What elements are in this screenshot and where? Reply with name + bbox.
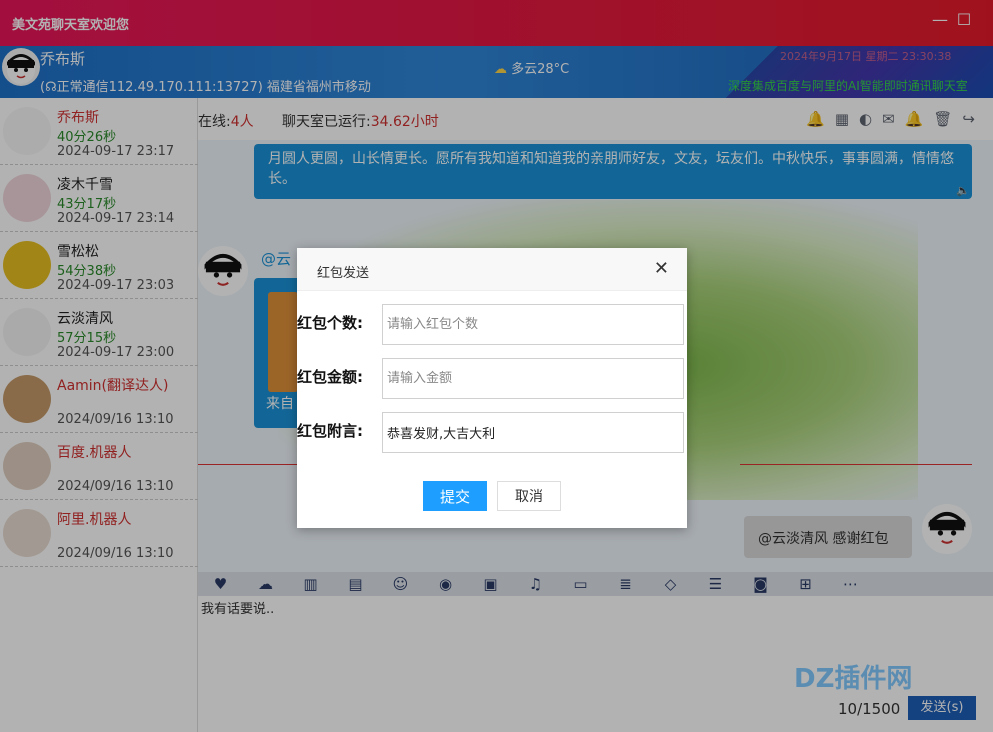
- submit-button[interactable]: 提交: [423, 481, 487, 511]
- redpacket-dialog: 红包发送 ✕ 红包个数: 红包金额: 红包附言: 提交 取消: [297, 248, 687, 528]
- count-field[interactable]: [382, 304, 684, 345]
- amount-field[interactable]: [382, 358, 684, 399]
- close-icon[interactable]: ✕: [654, 258, 669, 279]
- note-label: 红包附言:: [297, 422, 363, 440]
- note-field[interactable]: [382, 412, 684, 453]
- cancel-button[interactable]: 取消: [497, 481, 561, 511]
- dialog-title: 红包发送: [317, 266, 370, 281]
- amount-label: 红包金额:: [297, 368, 363, 386]
- count-label: 红包个数:: [297, 314, 363, 332]
- dialog-header: 红包发送 ✕: [297, 248, 687, 291]
